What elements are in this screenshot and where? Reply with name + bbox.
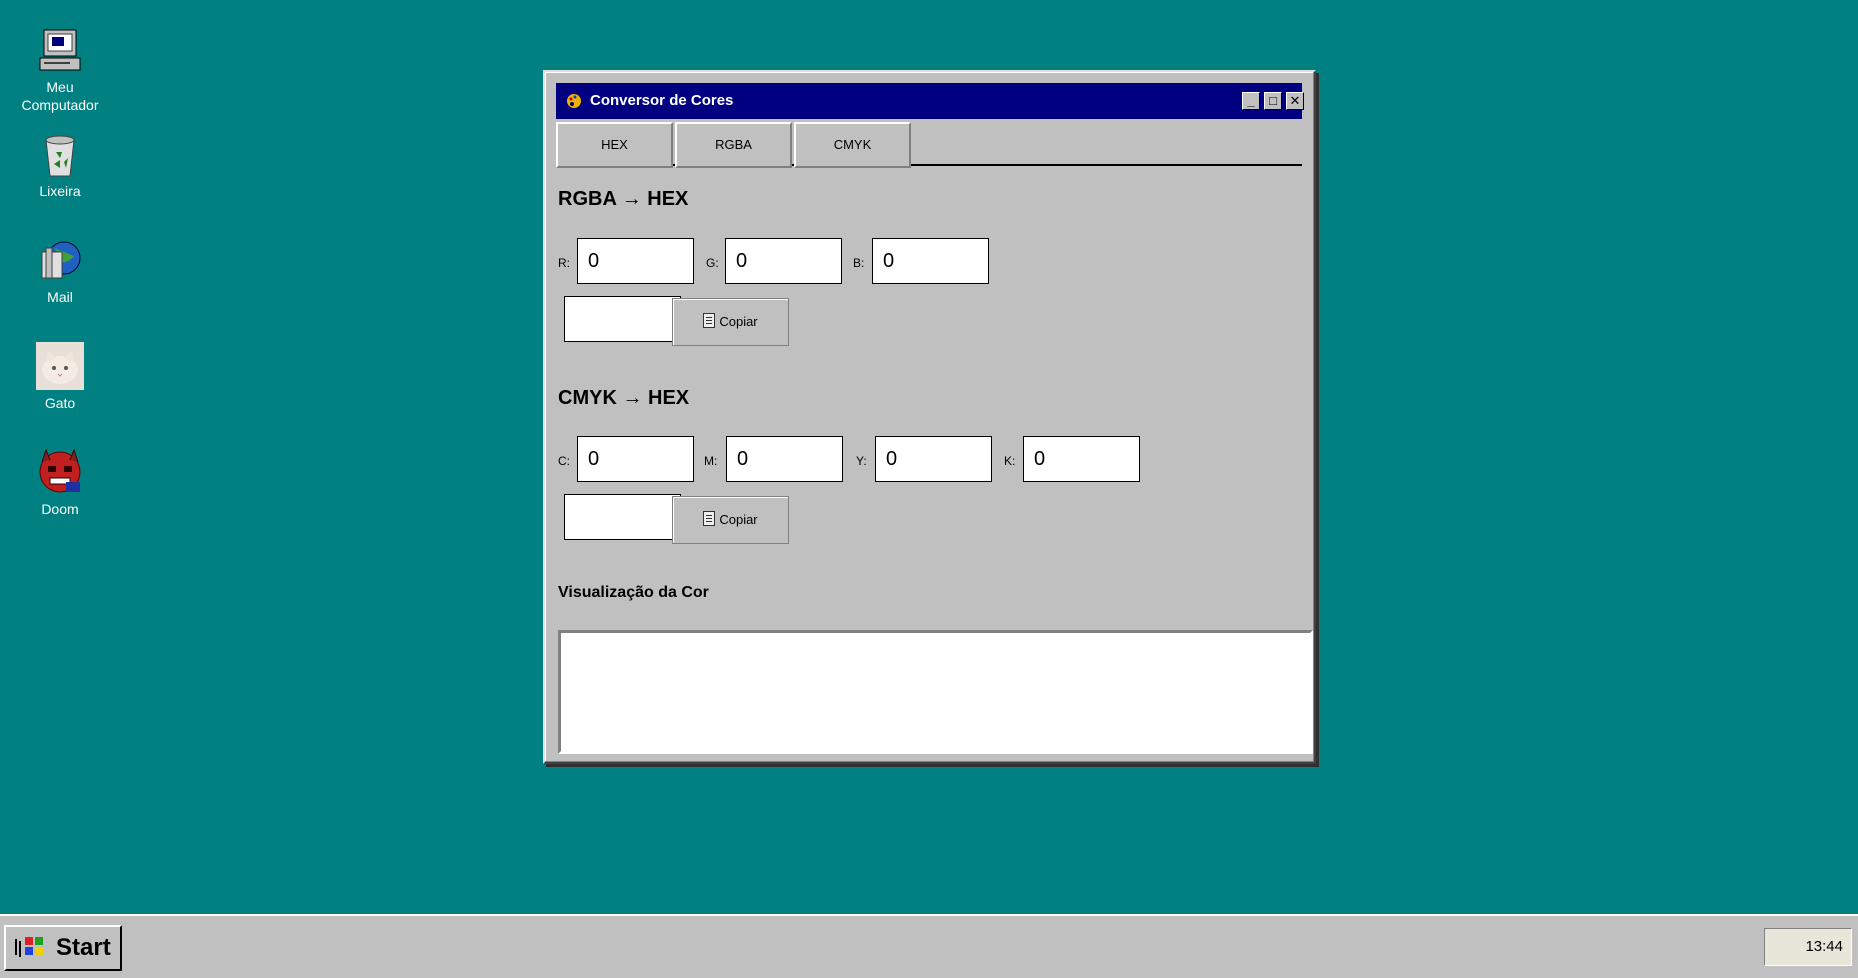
maximize-button[interactable]: □ [1264, 92, 1282, 110]
m-input[interactable]: 0 [726, 436, 843, 482]
cmyk-section-title: CMYK → HEX [558, 387, 690, 409]
y-label: Y: [856, 454, 867, 468]
cmyk-hex-result[interactable] [564, 494, 681, 540]
copy-button-label: Copiar [719, 314, 758, 329]
y-input[interactable]: 0 [875, 436, 992, 482]
desktop-icon-label: Lixeira [39, 183, 81, 199]
color-preview-label: Visualização da Cor [558, 584, 709, 601]
close-button[interactable]: ✕ [1286, 92, 1304, 110]
tab-rgba[interactable]: RGBA [675, 122, 792, 168]
desktop-icon-gato[interactable]: Gato [10, 342, 110, 412]
desktop-icon-label: Doom [41, 501, 79, 517]
desktop-icon-meu-computador[interactable]: Meu Computador [10, 26, 110, 114]
cmyk-copy-button[interactable]: Copiar [672, 496, 789, 544]
cat-photo-icon [36, 342, 84, 390]
tab-hex[interactable]: HEX [556, 122, 673, 168]
palette-icon [566, 93, 582, 109]
rgba-copy-button[interactable]: Copiar [672, 298, 789, 346]
color-converter-window: Conversor de Cores _ □ ✕ HEX RGBA CMYK R… [543, 70, 1316, 764]
computer-icon [36, 26, 84, 74]
window-title: Conversor de Cores [590, 92, 734, 109]
g-input[interactable]: 0 [725, 238, 842, 284]
tab-cmyk[interactable]: CMYK [794, 122, 911, 168]
title-bar[interactable]: Conversor de Cores _ □ ✕ [556, 83, 1304, 119]
rgba-hex-result[interactable] [564, 296, 681, 342]
clipboard-icon [703, 313, 716, 328]
desktop-icon-mail[interactable]: Mail [10, 236, 110, 306]
start-label: Start [56, 934, 111, 961]
doom-icon [36, 448, 84, 496]
start-button[interactable]: Start [4, 925, 122, 971]
b-input[interactable]: 0 [872, 238, 989, 284]
r-input[interactable]: 0 [577, 238, 694, 284]
rgba-section-title: RGBA → HEX [558, 188, 689, 210]
k-label: K: [1004, 454, 1016, 468]
r-label: R: [558, 256, 570, 270]
tab-bar: HEX RGBA CMYK [556, 122, 1302, 168]
g-label: G: [706, 256, 719, 270]
b-label: B: [853, 256, 865, 270]
desktop-icon-label: Gato [44, 395, 76, 411]
system-clock: 13:44 [1764, 928, 1852, 966]
minimize-button[interactable]: _ [1242, 92, 1260, 110]
taskbar: Start 13:44 [0, 914, 1858, 978]
k-input[interactable]: 0 [1023, 436, 1140, 482]
desktop-icon-label: Meu Computador [21, 79, 99, 113]
c-input[interactable]: 0 [577, 436, 694, 482]
copy-button-label: Copiar [719, 512, 758, 527]
desktop-icon-lixeira[interactable]: Lixeira [10, 130, 110, 200]
desktop-icon-doom[interactable]: Doom [10, 448, 110, 518]
desktop-icon-label: Mail [47, 289, 73, 305]
windows-logo-icon [15, 935, 45, 961]
m-label: M: [704, 454, 718, 468]
recycle-bin-icon [36, 130, 84, 178]
clipboard-icon [703, 511, 716, 526]
color-preview-box [558, 630, 1313, 754]
mail-icon [36, 236, 84, 284]
c-label: C: [558, 454, 570, 468]
